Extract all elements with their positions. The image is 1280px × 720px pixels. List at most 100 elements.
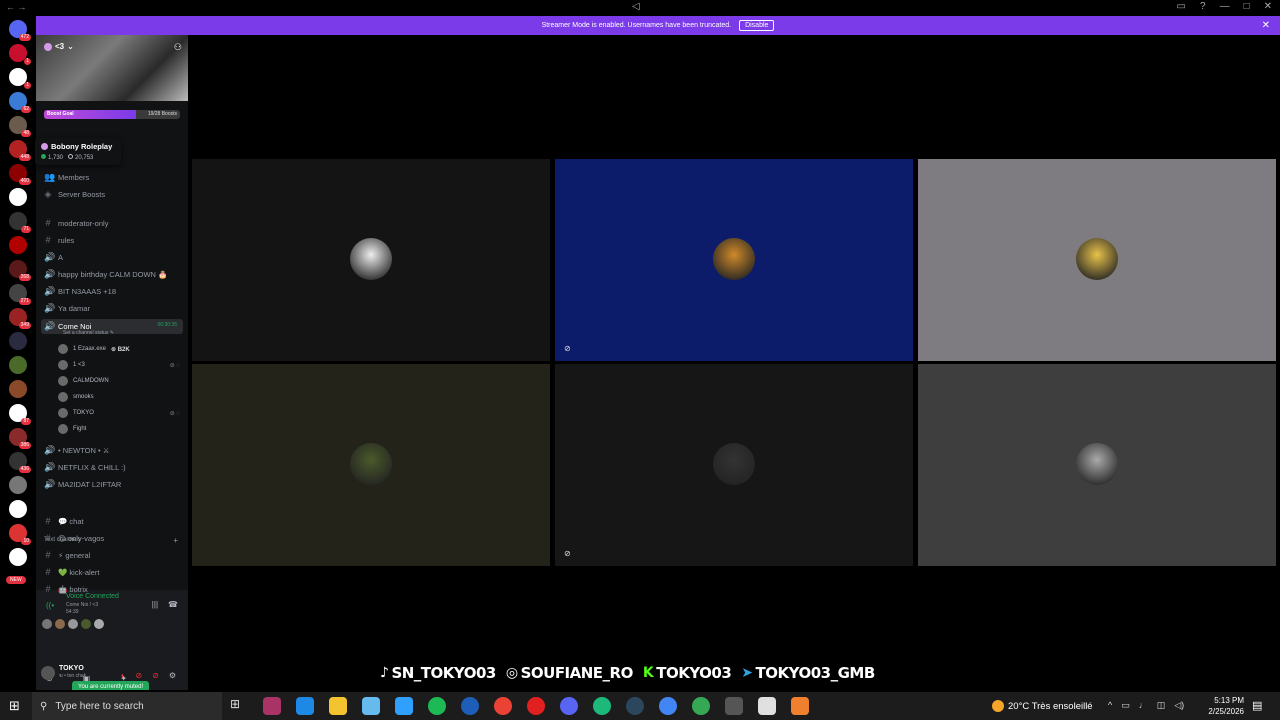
- channel-item[interactable]: 🔊 happy birthday CALM DOWN 🎂: [44, 269, 167, 280]
- server-5-icon[interactable]: 448: [9, 140, 31, 161]
- volume-icon[interactable]: ◁): [1174, 700, 1184, 711]
- server-21-icon[interactable]: 10: [9, 524, 31, 545]
- video-tile[interactable]: [192, 364, 550, 566]
- server-18-icon[interactable]: 436: [9, 452, 31, 473]
- avatar[interactable]: [68, 619, 78, 629]
- game-icon[interactable]: [527, 697, 545, 715]
- outlook-icon[interactable]: [461, 697, 479, 715]
- channel-item[interactable]: # moderator-only: [44, 218, 108, 228]
- file-explorer-icon[interactable]: [329, 697, 347, 715]
- close-banner-icon[interactable]: ✕: [1262, 20, 1270, 31]
- weather-widget[interactable]: 20°C Très ensoleillé: [992, 700, 1093, 712]
- voice-user[interactable]: Fight: [58, 424, 86, 434]
- inbox-tray-icon[interactable]: ▭: [1177, 1, 1186, 12]
- avatar[interactable]: [42, 619, 52, 629]
- channel-item[interactable]: 🔊 BIT N3AAAS +18: [44, 286, 116, 297]
- channel-item[interactable]: 🔊 MA2IDAT L2IFTAR: [44, 479, 121, 490]
- copilot-icon[interactable]: [263, 697, 281, 715]
- deafen-icon[interactable]: ⊘: [152, 671, 159, 680]
- chrome-icon[interactable]: [494, 697, 512, 715]
- text-channel-item[interactable]: # 💚 kick-alert: [44, 567, 99, 577]
- edge-icon[interactable]: [296, 697, 314, 715]
- add-channel-icon[interactable]: +: [173, 536, 178, 545]
- help-icon[interactable]: ?: [1200, 1, 1206, 12]
- video-tile[interactable]: ⊘: [555, 159, 913, 361]
- gear-icon[interactable]: ⚙: [169, 671, 176, 680]
- disconnect-icon[interactable]: ☎: [168, 600, 178, 609]
- server-boosts-link[interactable]: ◈ Server Boosts: [44, 189, 106, 200]
- text-channel-item[interactable]: # 😊 only-vagos: [44, 533, 104, 543]
- server-19-icon[interactable]: [9, 476, 27, 494]
- channel-item[interactable]: # rules: [44, 235, 74, 245]
- text-channel-item[interactable]: # ⚡ general: [44, 550, 90, 560]
- voice-user[interactable]: TOKYO: [58, 408, 94, 418]
- voice-user[interactable]: 1 <3: [58, 360, 85, 370]
- obs-icon[interactable]: [791, 697, 809, 715]
- channel-status[interactable]: Set a channel status ✎: [63, 330, 114, 336]
- taskbar-search[interactable]: ⚲ Type here to search: [32, 692, 222, 720]
- mic-muted-icon[interactable]: ⊘: [135, 671, 142, 680]
- nav-arrows[interactable]: ← →: [6, 2, 27, 12]
- discord-home-icon[interactable]: 472: [9, 20, 31, 41]
- server-6-icon[interactable]: 460: [9, 164, 31, 185]
- voice-user[interactable]: 1 Ezaax.exe ⊛ B2K: [58, 344, 130, 354]
- chrome-icon[interactable]: [659, 697, 677, 715]
- members-link[interactable]: 👥 Members: [44, 172, 89, 183]
- headset-off-icon[interactable]: ◐: [121, 671, 126, 680]
- invite-user-icon[interactable]: ⚇: [174, 42, 182, 53]
- voice-user[interactable]: CALMDOWN: [58, 376, 109, 386]
- video-tile[interactable]: [192, 159, 550, 361]
- channel-item[interactable]: 🔊 A: [44, 252, 63, 263]
- server-14-icon[interactable]: [9, 356, 27, 374]
- server-17-icon[interactable]: 386: [9, 428, 31, 449]
- guild-header[interactable]: <3 ⌄: [44, 42, 74, 51]
- voice-connected-title[interactable]: Voice Connected: [66, 593, 119, 600]
- server-22-icon[interactable]: [9, 548, 27, 566]
- server-11-icon[interactable]: 271: [9, 284, 31, 305]
- server-12-icon[interactable]: 349: [9, 308, 31, 329]
- server-16-icon[interactable]: 87: [9, 404, 31, 425]
- video-tile[interactable]: ⊘: [555, 364, 913, 566]
- user-panel[interactable]: TOKYO ฆ • ton chak: [41, 665, 86, 680]
- spotify-icon[interactable]: [428, 697, 446, 715]
- discord-icon[interactable]: [560, 697, 578, 715]
- text-channel-item[interactable]: # 🤖 botrix: [44, 584, 87, 594]
- avatar[interactable]: [41, 665, 55, 680]
- close-window-icon[interactable]: ✕: [1264, 1, 1272, 12]
- avatar[interactable]: [55, 619, 65, 629]
- server-15-icon[interactable]: [9, 380, 27, 398]
- maximize-icon[interactable]: □: [1244, 1, 1250, 12]
- widgets-icon[interactable]: ⊞: [230, 697, 248, 715]
- minimize-icon[interactable]: —: [1220, 1, 1230, 12]
- chrome-icon[interactable]: [692, 697, 710, 715]
- noise-suppression-icon[interactable]: |||: [152, 600, 158, 609]
- server-3-icon[interactable]: 62: [9, 92, 31, 113]
- server-4-icon[interactable]: 48: [9, 116, 31, 137]
- chevron-up-icon[interactable]: ^: [1108, 700, 1112, 711]
- server-10-icon[interactable]: 268: [9, 260, 31, 281]
- text-channel-item[interactable]: # 💬 chat: [44, 516, 83, 526]
- notepad-icon[interactable]: [362, 697, 380, 715]
- server-8-icon[interactable]: 71: [9, 212, 31, 233]
- upwork-icon[interactable]: [593, 697, 611, 715]
- boost-goal-bar[interactable]: Boost Goal 19/28 Boosts: [44, 110, 180, 119]
- disable-streamer-button[interactable]: Disable: [739, 20, 775, 31]
- server-7-icon[interactable]: [9, 188, 27, 206]
- channel-item[interactable]: 🔊 NETFLIX & CHILL :): [44, 462, 126, 473]
- voice-user[interactable]: smooks: [58, 392, 94, 402]
- server-1-icon[interactable]: 1: [9, 44, 31, 65]
- store-icon[interactable]: [395, 697, 413, 715]
- avatar[interactable]: [94, 619, 104, 629]
- channel-item[interactable]: 🔊 Ya damar: [44, 303, 90, 314]
- battery-icon[interactable]: ▭: [1121, 700, 1130, 711]
- server-2-icon[interactable]: 1: [9, 68, 31, 89]
- github-icon[interactable]: [725, 697, 743, 715]
- server-13-icon[interactable]: [9, 332, 27, 350]
- network-icon[interactable]: ◫: [1157, 700, 1166, 711]
- inbox-icon[interactable]: ◁: [632, 1, 640, 12]
- steam-icon[interactable]: [626, 697, 644, 715]
- windows-start-icon[interactable]: ⊞: [9, 698, 20, 714]
- video-tile[interactable]: [918, 159, 1276, 361]
- capcut-icon[interactable]: [758, 697, 776, 715]
- server-20-icon[interactable]: [9, 500, 27, 518]
